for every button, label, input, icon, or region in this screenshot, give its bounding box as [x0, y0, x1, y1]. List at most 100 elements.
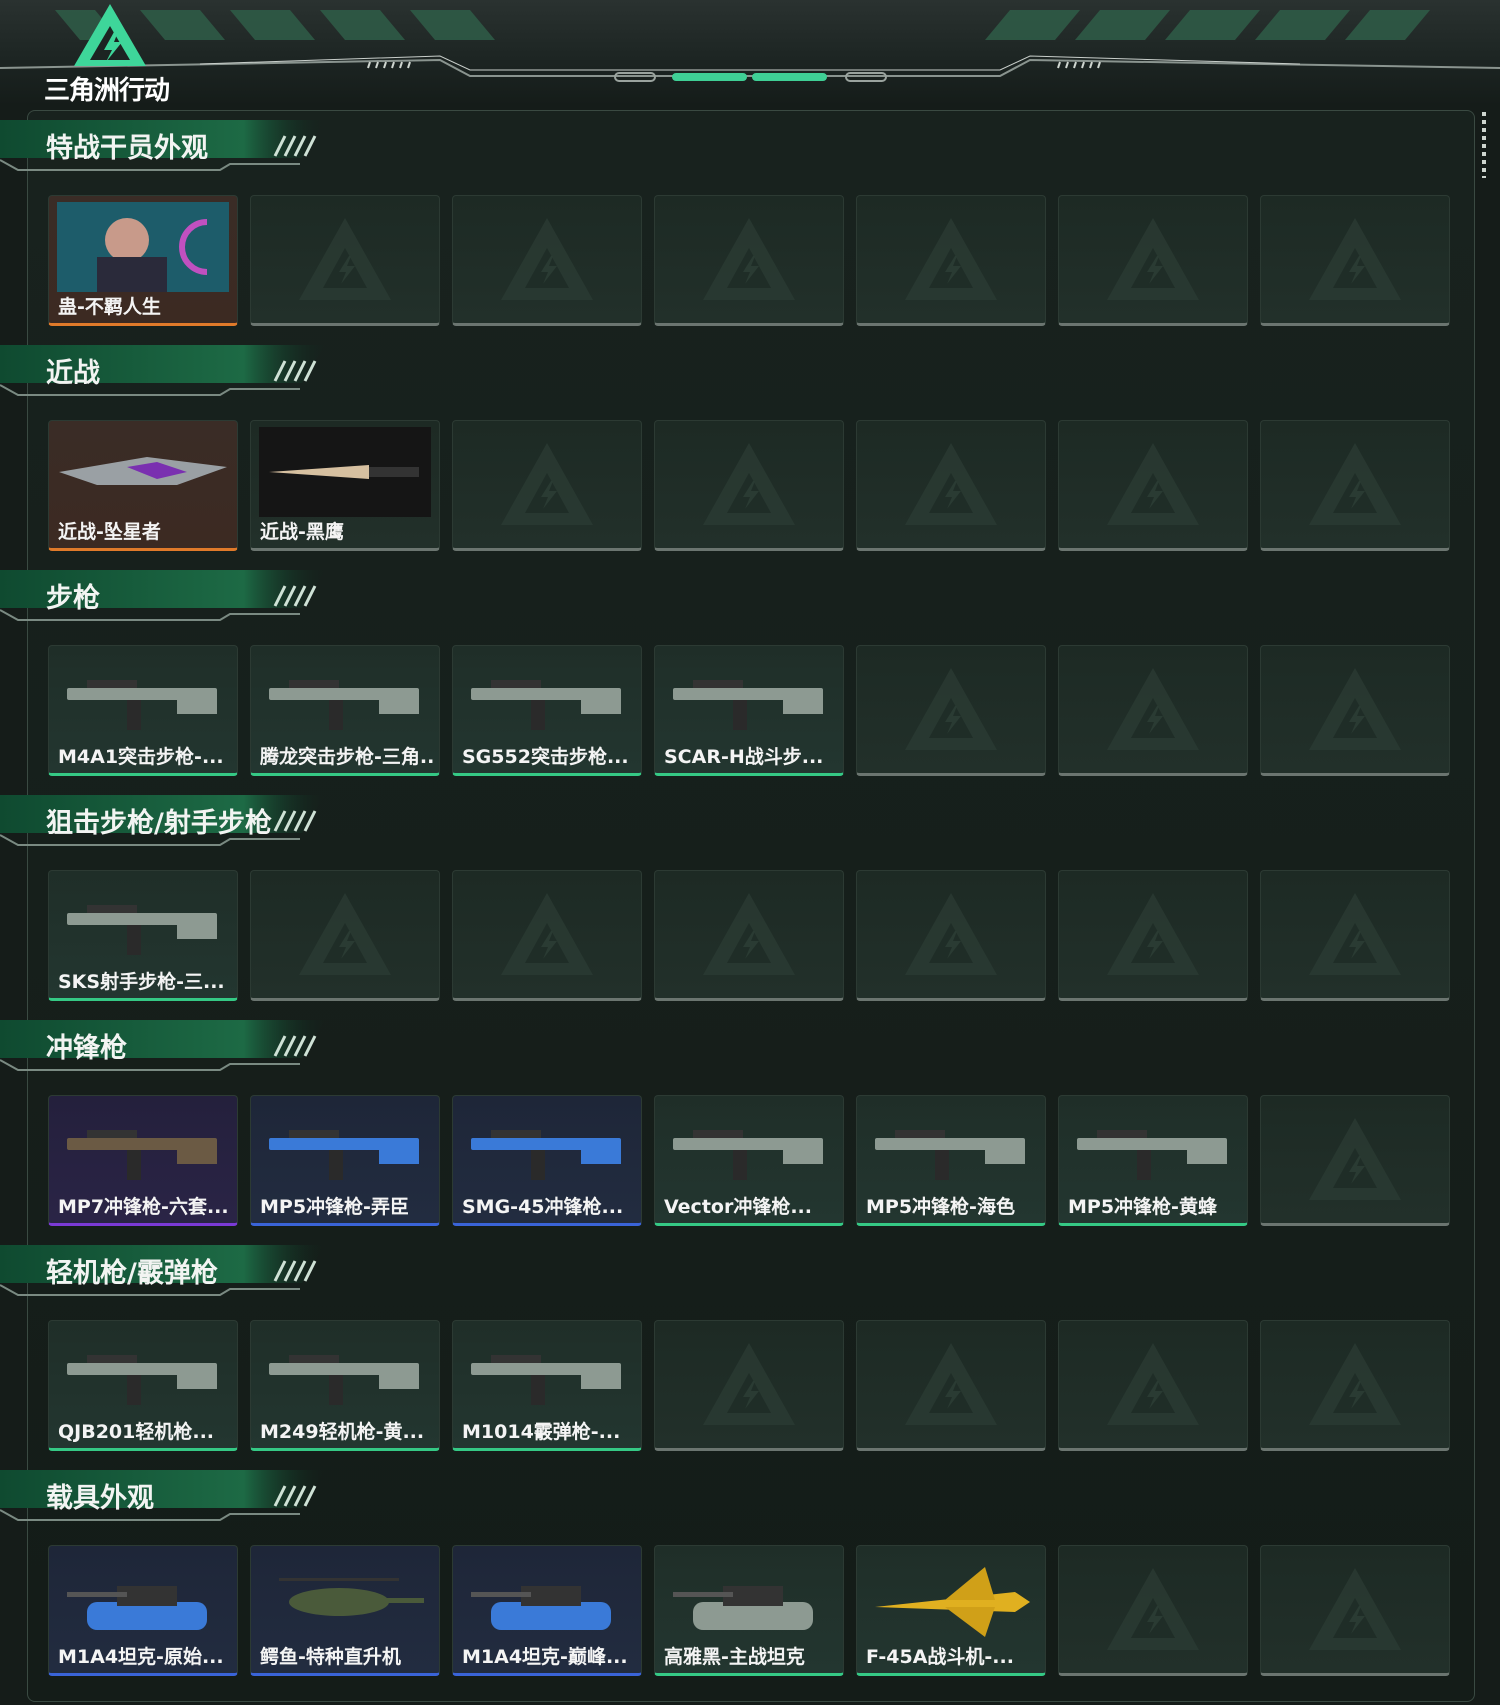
category-title: 狙击步枪/射手步枪 [46, 808, 272, 839]
delta-logo-icon [74, 4, 146, 66]
placeholder-logo-icon [1309, 443, 1401, 525]
empty-slot[interactable] [1058, 1320, 1248, 1451]
item-label: MP7冲锋枪-六套... [58, 1196, 229, 1218]
rifle-icon [67, 680, 217, 730]
category-header: 近战 [0, 343, 330, 399]
placeholder-logo-icon [1107, 668, 1199, 750]
item-card[interactable]: M1014霰弹枪-... [452, 1320, 642, 1451]
category-header: 载具外观 [0, 1468, 330, 1524]
item-label: 近战-黑鹰 [260, 521, 344, 543]
empty-slot[interactable] [250, 195, 440, 326]
empty-slot[interactable] [856, 420, 1046, 551]
empty-slot[interactable] [1260, 195, 1450, 326]
item-card[interactable]: F-45A战斗机-... [856, 1545, 1046, 1676]
smg-icon [471, 1130, 621, 1180]
empty-slot[interactable] [1260, 1320, 1450, 1451]
item-card[interactable]: 蛊-不羁人生 [48, 195, 238, 326]
placeholder-logo-icon [1309, 1118, 1401, 1200]
item-card[interactable]: 近战-坠星者 [48, 420, 238, 551]
helicopter-icon [279, 1578, 424, 1616]
placeholder-logo-icon [501, 443, 593, 525]
banner-decoration [0, 10, 1500, 82]
empty-slot[interactable] [452, 420, 642, 551]
item-label: Vector冲锋枪... [664, 1196, 812, 1218]
category-header: 步枪 [0, 568, 330, 624]
empty-slot[interactable] [1260, 1545, 1450, 1676]
empty-slot[interactable] [654, 195, 844, 326]
item-card[interactable]: M4A1突击步枪-... [48, 645, 238, 776]
empty-slot[interactable] [654, 420, 844, 551]
item-card[interactable]: 腾龙突击步枪-三角... [250, 645, 440, 776]
operator-portrait-icon [57, 202, 229, 292]
item-label: F-45A战斗机-... [866, 1646, 1014, 1668]
placeholder-logo-icon [905, 1343, 997, 1425]
item-row: SKS射手步枪-三... [48, 870, 1450, 1001]
tank-icon [673, 1586, 813, 1630]
item-card[interactable]: M1A4坦克-原始... [48, 1545, 238, 1676]
placeholder-logo-icon [1107, 443, 1199, 525]
item-label: 蛊-不羁人生 [58, 296, 161, 318]
smg-icon [269, 1130, 419, 1180]
placeholder-logo-icon [299, 218, 391, 300]
empty-slot[interactable] [1058, 645, 1248, 776]
placeholder-logo-icon [1309, 1343, 1401, 1425]
item-row: MP7冲锋枪-六套... MP5冲锋枪-弄臣 SMG-45冲锋枪... Vector冲… [48, 1095, 1450, 1226]
item-label: M249轻机枪-黄... [260, 1421, 425, 1443]
smg-icon [875, 1130, 1025, 1180]
empty-slot[interactable] [250, 870, 440, 1001]
placeholder-logo-icon [703, 218, 795, 300]
empty-slot[interactable] [1058, 420, 1248, 551]
item-card[interactable]: SMG-45冲锋枪... [452, 1095, 642, 1226]
placeholder-logo-icon [703, 443, 795, 525]
empty-slot[interactable] [452, 870, 642, 1001]
top-banner: 三角洲行动 [0, 0, 1500, 106]
placeholder-logo-icon [1107, 1343, 1199, 1425]
placeholder-logo-icon [501, 218, 593, 300]
category-title: 近战 [46, 358, 100, 389]
empty-slot[interactable] [1058, 870, 1248, 1001]
item-label: QJB201轻机枪... [58, 1421, 215, 1443]
empty-slot[interactable] [452, 195, 642, 326]
empty-slot[interactable] [1260, 420, 1450, 551]
item-row: 蛊-不羁人生 [48, 195, 1450, 326]
item-card[interactable]: M249轻机枪-黄... [250, 1320, 440, 1451]
empty-slot[interactable] [1260, 1095, 1450, 1226]
scrollbar[interactable] [1482, 112, 1486, 178]
item-card[interactable]: QJB201轻机枪... [48, 1320, 238, 1451]
item-card[interactable]: 高雅黑-主战坦克 [654, 1545, 844, 1676]
category-title: 冲锋枪 [46, 1033, 127, 1064]
empty-slot[interactable] [856, 645, 1046, 776]
item-label: 鳄鱼-特种直升机 [260, 1646, 401, 1668]
empty-slot[interactable] [1058, 1545, 1248, 1676]
smg-icon [1077, 1130, 1227, 1180]
item-card[interactable]: SCAR-H战斗步... [654, 645, 844, 776]
shotgun-icon [471, 1355, 621, 1405]
item-card[interactable]: 鳄鱼-特种直升机 [250, 1545, 440, 1676]
item-card[interactable]: MP5冲锋枪-弄臣 [250, 1095, 440, 1226]
item-card[interactable]: Vector冲锋枪... [654, 1095, 844, 1226]
item-card[interactable]: MP7冲锋枪-六套... [48, 1095, 238, 1226]
item-card[interactable]: SG552突击步枪... [452, 645, 642, 776]
item-card[interactable]: MP5冲锋枪-海色 [856, 1095, 1046, 1226]
item-label: MP5冲锋枪-黄蜂 [1068, 1196, 1217, 1218]
empty-slot[interactable] [1260, 645, 1450, 776]
placeholder-logo-icon [703, 893, 795, 975]
item-card[interactable]: 近战-黑鹰 [250, 420, 440, 551]
empty-slot[interactable] [856, 1320, 1046, 1451]
item-card[interactable]: MP5冲锋枪-黄蜂 [1058, 1095, 1248, 1226]
empty-slot[interactable] [1260, 870, 1450, 1001]
placeholder-logo-icon [905, 668, 997, 750]
empty-slot[interactable] [654, 870, 844, 1001]
item-label: M1A4坦克-原始... [58, 1646, 224, 1668]
placeholder-logo-icon [905, 443, 997, 525]
empty-slot[interactable] [856, 870, 1046, 1001]
tank-icon [67, 1586, 207, 1630]
item-card[interactable]: SKS射手步枪-三... [48, 870, 238, 1001]
empty-slot[interactable] [654, 1320, 844, 1451]
item-label: M1A4坦克-巅峰... [462, 1646, 628, 1668]
item-row: M1A4坦克-原始... 鳄鱼-特种直升机 M1A4坦克-巅峰... 高雅黑-主战坦克… [48, 1545, 1450, 1676]
item-card[interactable]: M1A4坦克-巅峰... [452, 1545, 642, 1676]
empty-slot[interactable] [856, 195, 1046, 326]
empty-slot[interactable] [1058, 195, 1248, 326]
rifle-icon [673, 680, 823, 730]
